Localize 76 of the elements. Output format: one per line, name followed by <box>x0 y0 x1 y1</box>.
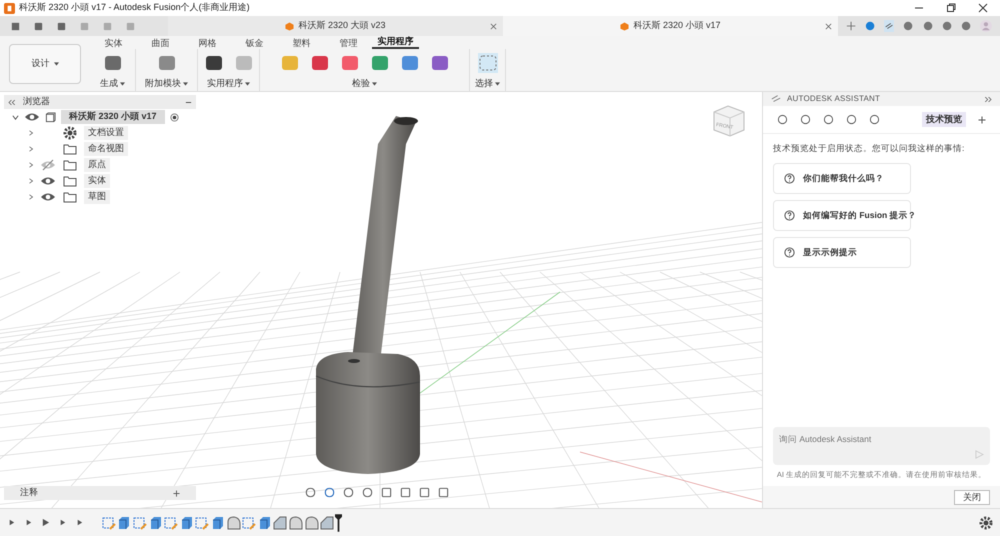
question-icon <box>784 210 795 221</box>
add-icon[interactable] <box>846 20 856 32</box>
fillet-icon[interactable] <box>288 514 304 530</box>
chevron-right-icon[interactable] <box>28 130 34 136</box>
preview-badge: 技术预览 <box>922 112 966 128</box>
caret-icon <box>183 82 188 86</box>
browser-item[interactable]: 文档设置 <box>84 126 128 140</box>
suggestion-card[interactable]: 显示示例提示 <box>773 236 911 268</box>
browser-item[interactable]: 草图 <box>84 190 110 204</box>
select-icon[interactable] <box>478 53 498 73</box>
chevron-right-icon[interactable] <box>28 162 34 168</box>
group-menu[interactable]: 生成 <box>100 77 125 90</box>
chevron-down-icon[interactable] <box>12 114 19 120</box>
message-field[interactable]: 询问 Autodesk Assistant <box>779 432 984 446</box>
ribbon-tab[interactable]: 钣金 <box>231 37 278 49</box>
question-icon <box>784 172 795 184</box>
comments-title: 注释 <box>20 486 39 500</box>
caret-icon <box>54 62 58 66</box>
chevron-right-icon[interactable] <box>28 178 34 184</box>
fillet-icon[interactable] <box>304 514 320 530</box>
message-box[interactable]: 询问 Autodesk Assistant <box>773 426 990 465</box>
suggestion-card[interactable]: 你们能帮我什么吗？ <box>773 162 911 194</box>
sketch-icon[interactable] <box>241 514 258 530</box>
intro-text: 技术预览处于启用状态。您可以问我这样的事情: <box>772 142 966 155</box>
hidden-eye-icon[interactable] <box>40 157 56 173</box>
close-icon[interactable] <box>978 3 988 13</box>
caret-icon <box>245 82 250 86</box>
assistant-icon <box>771 94 781 104</box>
sketch-icon[interactable] <box>132 514 148 530</box>
group-menu[interactable]: 选择 <box>475 77 500 90</box>
app-icon <box>4 2 15 14</box>
caret-icon <box>120 82 125 86</box>
document-tab[interactable]: 科沃斯 2320 小頭 v17 <box>503 16 838 36</box>
double-chevron-icon[interactable] <box>985 96 992 102</box>
play-icon[interactable] <box>41 518 50 527</box>
chevron-right-icon[interactable] <box>28 146 34 152</box>
fillet-icon[interactable] <box>226 514 242 530</box>
cube-icon <box>620 22 630 30</box>
chamfer-icon[interactable] <box>272 514 288 530</box>
add-icon[interactable] <box>173 490 180 496</box>
chamfer-icon[interactable] <box>319 514 336 530</box>
sketch-icon[interactable] <box>163 514 180 530</box>
workspace-dropdown[interactable]: 设计 <box>9 44 81 84</box>
ribbon-tab[interactable]: 管理 <box>325 37 372 49</box>
chevron-right-icon[interactable] <box>28 194 34 200</box>
ribbon-tab[interactable]: 实体 <box>90 37 137 49</box>
sketch-icon[interactable] <box>194 514 210 530</box>
ribbon-tab[interactable]: 曲面 <box>137 37 184 49</box>
document-tab[interactable]: 科沃斯 2320 大頭 v23 <box>168 16 503 36</box>
timeline-marker-icon[interactable] <box>334 512 342 532</box>
sketch-icon[interactable] <box>100 514 117 530</box>
component-icon <box>45 112 56 122</box>
cube-icon <box>285 22 294 30</box>
radio-icon[interactable] <box>170 112 179 122</box>
question-icon <box>784 246 795 258</box>
ribbon-tab[interactable]: 实用程序 <box>372 35 419 49</box>
ribbon-tab[interactable]: 塑料 <box>278 37 325 49</box>
group-menu[interactable]: 检验 <box>352 77 377 90</box>
close-button[interactable]: 关闭 <box>954 490 990 504</box>
assistant-icon[interactable] <box>884 20 894 32</box>
browser-title: 浏览器 <box>23 95 50 108</box>
caret-icon <box>495 82 500 86</box>
maximize-icon[interactable] <box>946 3 956 13</box>
caret-icon <box>372 82 377 86</box>
group-menu[interactable]: 附加模块 <box>145 77 188 90</box>
add-icon[interactable] <box>978 116 986 124</box>
assistant-title: AUTODESK ASSISTANT <box>787 93 882 105</box>
component-name[interactable]: 科沃斯 2320 小頭 v17 <box>61 110 165 124</box>
browser-item[interactable]: 原点 <box>84 158 110 172</box>
ribbon-tab[interactable]: 网格 <box>184 37 231 49</box>
double-chevron-icon[interactable] <box>8 100 15 104</box>
upload-icon[interactable] <box>865 20 876 32</box>
browser-item[interactable]: 实体 <box>84 174 110 188</box>
browser-item[interactable]: 命名视图 <box>84 142 128 156</box>
group-menu[interactable]: 实用程序 <box>207 77 250 90</box>
window-title: 科沃斯 2320 小頭 v17 - Autodesk Fusion个人(非商业用途) <box>19 1 250 14</box>
